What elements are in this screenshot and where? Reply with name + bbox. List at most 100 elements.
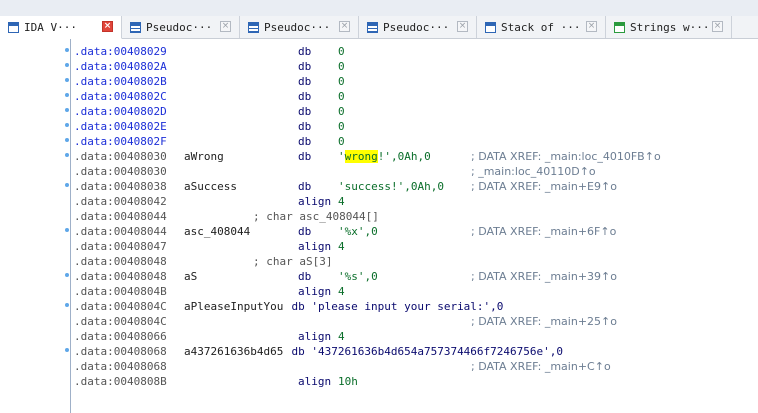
listing-line[interactable]: .data:00408066 align 4 xyxy=(0,329,758,344)
address: .data:00408066 xyxy=(74,330,167,343)
listing-line[interactable]: .data:00408048 aS db '%s',0 ; DATA XREF: _ma… xyxy=(0,269,758,284)
address: .data:0040802D xyxy=(74,105,167,118)
listing-line[interactable]: .data:00408029 db 0 xyxy=(0,44,758,59)
tab-label: Pseudoc··· xyxy=(383,20,450,34)
address: .data:00408030 xyxy=(74,150,167,163)
listing-line[interactable]: .data:00408048 ; char aS[3] xyxy=(0,254,758,269)
breakpoint-dot-icon[interactable] xyxy=(65,153,69,157)
breakpoint-dot-icon[interactable] xyxy=(65,138,69,142)
mnemonic: db xyxy=(298,135,312,148)
listing-line[interactable]: .data:0040804B align 4 xyxy=(0,284,758,299)
operand: '%s',0 xyxy=(338,270,378,283)
label-name[interactable]: asc_408044 xyxy=(184,224,250,239)
window-top-strip xyxy=(0,0,758,16)
operand: 0 xyxy=(338,135,345,148)
mnemonic: align xyxy=(298,240,332,253)
label-name[interactable]: a437261636b4d65 xyxy=(184,344,283,359)
operand: 0 xyxy=(338,105,345,118)
listing-line[interactable]: .data:00408038 aSuccess db 'success!',0Ah,0… xyxy=(0,179,758,194)
tab-pseudocode-3[interactable]: Pseudoc··· × xyxy=(359,16,477,38)
operand-prefix: ' xyxy=(338,150,345,163)
tab-stack[interactable]: Stack of ··· × xyxy=(477,16,606,38)
listing-line[interactable]: .data:00408030 aWrong db 'wrong!',0Ah,0 ; DA… xyxy=(0,149,758,164)
mnemonic: db xyxy=(298,105,312,118)
mnemonic: db xyxy=(298,45,312,58)
close-icon[interactable]: × xyxy=(220,21,231,32)
xref-comment: ; _main:loc_40110D↑o xyxy=(471,165,596,178)
operand: '%x',0 xyxy=(338,225,378,238)
address: .data:00408047 xyxy=(74,240,167,253)
address: .data:0040804C xyxy=(74,300,167,313)
breakpoint-dot-icon[interactable] xyxy=(65,183,69,187)
address: .data:00408048 xyxy=(74,270,167,283)
label-name[interactable]: aS xyxy=(184,269,197,284)
address: .data:00408038 xyxy=(74,180,167,193)
xref-comment: ; DATA XREF: _main+39↑o xyxy=(471,270,617,283)
address: .data:00408044 xyxy=(74,210,167,223)
breakpoint-dot-icon[interactable] xyxy=(65,78,69,82)
label-name[interactable]: aSuccess xyxy=(184,179,237,194)
label-name[interactable]: aPleaseInputYou xyxy=(184,299,283,314)
operand: 0 xyxy=(338,90,345,103)
address: .data:0040804B xyxy=(74,285,167,298)
breakpoint-dot-icon[interactable] xyxy=(65,303,69,307)
mnemonic: align xyxy=(298,375,332,388)
breakpoint-dot-icon[interactable] xyxy=(65,93,69,97)
operand: 'success!',0Ah,0 xyxy=(338,180,444,193)
breakpoint-dot-icon[interactable] xyxy=(65,48,69,52)
listing-line[interactable]: .data:0040802F db 0 xyxy=(0,134,758,149)
listing-line[interactable]: .data:00408068 a437261636b4d65 db '4372616… xyxy=(0,344,758,359)
listing-line[interactable]: .data:00408030 ; _main:loc_40110D↑o xyxy=(0,164,758,179)
address: .data:00408030 xyxy=(74,165,167,178)
listing-line[interactable]: .data:0040802D db 0 xyxy=(0,104,758,119)
tab-ida-view[interactable]: IDA V··· × xyxy=(0,16,122,39)
address: .data:0040808B xyxy=(74,375,167,388)
close-icon[interactable]: × xyxy=(102,21,113,32)
disassembly-listing[interactable]: .data:00408029 db 0 .data:0040802A db 0 .data:… xyxy=(0,39,758,413)
pseudocode-icon xyxy=(130,21,141,33)
listing-line[interactable]: .data:00408042 align 4 xyxy=(0,194,758,209)
breakpoint-dot-icon[interactable] xyxy=(65,348,69,352)
breakpoint-dot-icon[interactable] xyxy=(65,108,69,112)
operand: 'wrong!',0Ah,0 xyxy=(338,149,431,164)
listing-line[interactable]: .data:00408068 ; DATA XREF: _main+C↑o xyxy=(0,359,758,374)
xref-comment: ; DATA XREF: _main+E9↑o xyxy=(471,180,617,193)
tab-pseudocode-1[interactable]: Pseudoc··· × xyxy=(122,16,240,38)
listing-line[interactable]: .data:0040804C aPleaseInputYou db 'please … xyxy=(0,299,758,314)
breakpoint-dot-icon[interactable] xyxy=(65,273,69,277)
close-icon[interactable]: × xyxy=(712,21,723,32)
close-icon[interactable]: × xyxy=(457,21,468,32)
listing-line[interactable]: .data:00408044 ; char asc_408044[] xyxy=(0,209,758,224)
operand: 4 xyxy=(338,285,345,298)
close-icon[interactable]: × xyxy=(586,21,597,32)
listing-line[interactable]: .data:00408047 align 4 xyxy=(0,239,758,254)
mnemonic: db xyxy=(298,150,312,163)
listing-line[interactable]: .data:00408044 asc_408044 db '%x',0 ; DATA X… xyxy=(0,224,758,239)
address: .data:0040802A xyxy=(74,60,167,73)
operand: 0 xyxy=(338,45,345,58)
close-icon[interactable]: × xyxy=(339,21,350,32)
tab-pseudocode-2[interactable]: Pseudoc··· × xyxy=(240,16,359,38)
listing-line[interactable]: .data:0040802B db 0 xyxy=(0,74,758,89)
breakpoint-dot-icon[interactable] xyxy=(65,63,69,67)
listing-line[interactable]: .data:0040802E db 0 xyxy=(0,119,758,134)
tab-label: Pseudoc··· xyxy=(264,20,331,34)
listing-line[interactable]: .data:0040802A db 0 xyxy=(0,59,758,74)
listing-line[interactable]: .data:0040804C ; DATA XREF: _main+25↑o xyxy=(0,314,758,329)
breakpoint-dot-icon[interactable] xyxy=(65,228,69,232)
mnemonic: db xyxy=(298,120,312,133)
address: .data:00408044 xyxy=(74,225,167,238)
address: .data:0040802F xyxy=(74,135,167,148)
comment: ; char asc_408044[] xyxy=(253,210,379,223)
listing-line[interactable]: .data:0040802C db 0 xyxy=(0,89,758,104)
listing-line[interactable]: .data:0040808B align 10h xyxy=(0,374,758,389)
tab-label: Pseudoc··· xyxy=(146,20,213,34)
mnemonic: align xyxy=(298,195,332,208)
mnemonic: align xyxy=(298,330,332,343)
address: .data:00408068 xyxy=(74,360,167,373)
address: .data:00408042 xyxy=(74,195,167,208)
breakpoint-dot-icon[interactable] xyxy=(65,123,69,127)
instruction: db '437261636b4d654a757374466f7246756e',… xyxy=(291,345,564,358)
tab-strings[interactable]: Strings w··· × xyxy=(606,16,732,38)
label-name[interactable]: aWrong xyxy=(184,149,224,164)
